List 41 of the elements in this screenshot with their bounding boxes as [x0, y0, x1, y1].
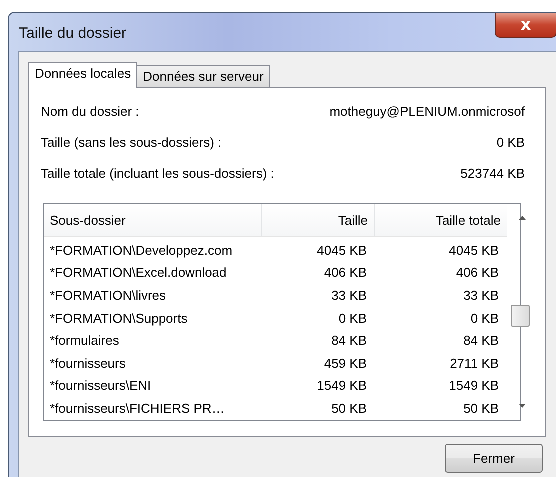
- info-value: 0 KB: [496, 135, 525, 150]
- scroll-thumb[interactable]: [511, 305, 530, 327]
- info-label: Taille (sans les sous-dossiers) :: [41, 135, 222, 150]
- column-header[interactable]: Taille: [262, 204, 375, 236]
- table-cell-text: 459 KB: [323, 354, 368, 373]
- tab[interactable]: Données sur serveur: [136, 65, 270, 87]
- table-cell-text: 406 KB: [323, 264, 368, 282]
- info-label: Nom du dossier :: [41, 104, 140, 119]
- table-cell-text: 33 KB: [462, 286, 500, 305]
- table-cell-text: *FORMATION\Supports: [49, 310, 189, 328]
- info-value: motheguy@PLENIUM.onmicrosof: [330, 104, 525, 119]
- table-cell-text: 1549 KB: [448, 377, 500, 396]
- table-cell-text: 0 KB: [470, 310, 500, 328]
- table-cell-text: 1549 KB: [316, 377, 368, 396]
- close-dialog-button[interactable]: Fermer: [445, 444, 543, 473]
- table-cell-text: 4045 KB: [448, 242, 500, 260]
- table-cell-text: 406 KB: [455, 264, 500, 282]
- table-cell-text: 84 KB: [462, 332, 500, 350]
- window-title: Taille du dossier: [19, 24, 127, 42]
- column-header[interactable]: Sous-dossier: [44, 204, 262, 236]
- table-cell-text: *formulaires: [49, 332, 120, 350]
- table-cell-text: *FORMATION\Developpez.com: [49, 242, 234, 260]
- table-cell-text: 50 KB: [330, 400, 368, 418]
- close-button[interactable]: x: [495, 13, 556, 38]
- scroll-down-icon[interactable]: [518, 404, 526, 408]
- scroll-up-icon[interactable]: [518, 216, 526, 220]
- table-cell-text: 84 KB: [330, 332, 368, 350]
- table-cell-text: *fournisseurs\ENI: [49, 377, 152, 396]
- table-cell-text: *fournisseurs: [49, 354, 127, 373]
- table-cell-text: *FORMATION\livres: [49, 286, 168, 305]
- info-value: 523744 KB: [460, 166, 525, 181]
- table-cell-text: 4045 KB: [316, 242, 368, 260]
- table-cell-text: 33 KB: [330, 286, 368, 305]
- table-cell-text: *FORMATION\Excel.download: [49, 264, 228, 282]
- info-label: Taille totale (incluant les sous-dossiers) :: [41, 166, 274, 181]
- column-header[interactable]: Taille totale: [375, 204, 507, 236]
- table-cell-text: 50 KB: [462, 400, 500, 418]
- table-cell-text: 0 KB: [338, 310, 368, 328]
- table-cell-text: 2711 KB: [449, 354, 500, 373]
- table-cell-text: *fournisseurs\FICHIERS PR…: [49, 400, 226, 418]
- tab[interactable]: Données locales: [28, 62, 138, 88]
